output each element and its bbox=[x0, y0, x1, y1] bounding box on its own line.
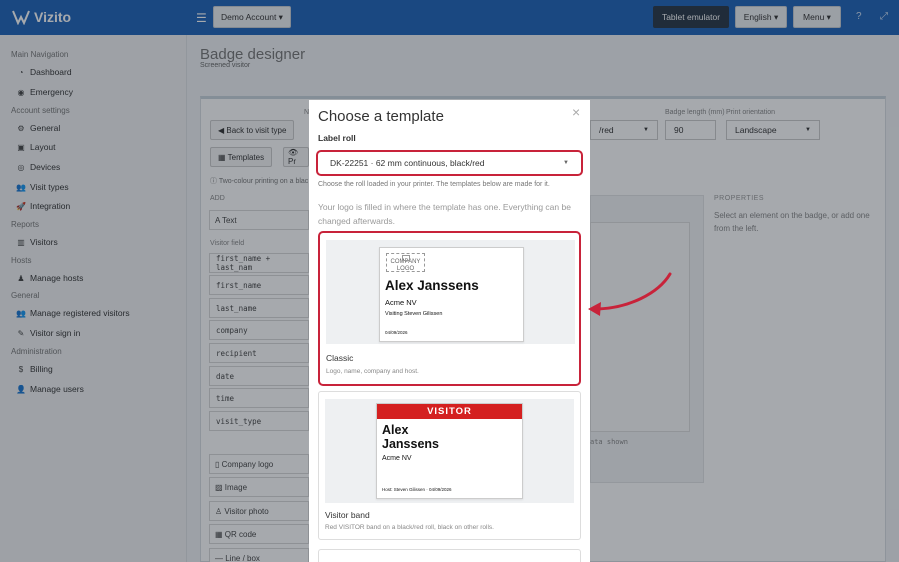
modal-title: Choose a template bbox=[318, 108, 444, 125]
badge-host: Host: Steven Gilissen · 04/09/2026 bbox=[382, 487, 452, 492]
badge-preview-classic: COMPANY LOGO Alex Janssens Acme NV Visit… bbox=[379, 247, 524, 342]
badge-date: 04/09/2026 bbox=[385, 330, 408, 335]
template-preview: VISITOR Alex Janssens Acme NV Host: Stev… bbox=[325, 399, 574, 503]
template-name: Visitor band bbox=[325, 510, 370, 520]
badge-visitor-name: Alex Janssens bbox=[385, 278, 479, 293]
label-roll-label: Label roll bbox=[318, 133, 356, 143]
template-name: Classic bbox=[326, 353, 354, 363]
close-icon[interactable]: × bbox=[572, 104, 580, 120]
badge-company: Acme NV bbox=[385, 298, 417, 307]
label-roll-select[interactable]: DK-22251 · 62 mm continuous, black/red ▼ bbox=[316, 150, 583, 176]
choose-template-modal: Choose a template × Label roll DK-22251 … bbox=[309, 100, 590, 562]
company-logo-placeholder: COMPANY LOGO bbox=[386, 253, 425, 272]
annotation-arrow-icon bbox=[588, 272, 672, 316]
label-roll-value: DK-22251 · 62 mm continuous, black/red bbox=[330, 158, 485, 168]
image-icon bbox=[402, 255, 410, 261]
template-preview: COMPANY LOGO Alex Janssens Acme NV Visit… bbox=[326, 240, 575, 344]
template-card-partial[interactable] bbox=[318, 549, 581, 562]
badge-company: Acme NV bbox=[382, 455, 412, 462]
template-description: Red VISITOR band on a black/red roll, bl… bbox=[325, 524, 494, 531]
badge-visitor-first-name: Alex bbox=[382, 423, 409, 437]
label-roll-help: Choose the roll loaded in your printer. … bbox=[318, 181, 550, 188]
template-note: Your logo is filled in where the templat… bbox=[318, 202, 571, 226]
chevron-down-icon: ▼ bbox=[563, 160, 569, 166]
badge-host: Visiting Steven Gilissen bbox=[385, 311, 443, 317]
template-description: Logo, name, company and host. bbox=[326, 368, 419, 375]
badge-visitor-last-name: Janssens bbox=[382, 437, 439, 451]
template-card-classic[interactable]: COMPANY LOGO Alex Janssens Acme NV Visit… bbox=[318, 231, 581, 386]
visitor-band: VISITOR bbox=[377, 404, 522, 419]
template-card-visitor-band[interactable]: VISITOR Alex Janssens Acme NV Host: Stev… bbox=[318, 391, 581, 540]
badge-preview-visitor-band: VISITOR Alex Janssens Acme NV Host: Stev… bbox=[376, 403, 523, 499]
